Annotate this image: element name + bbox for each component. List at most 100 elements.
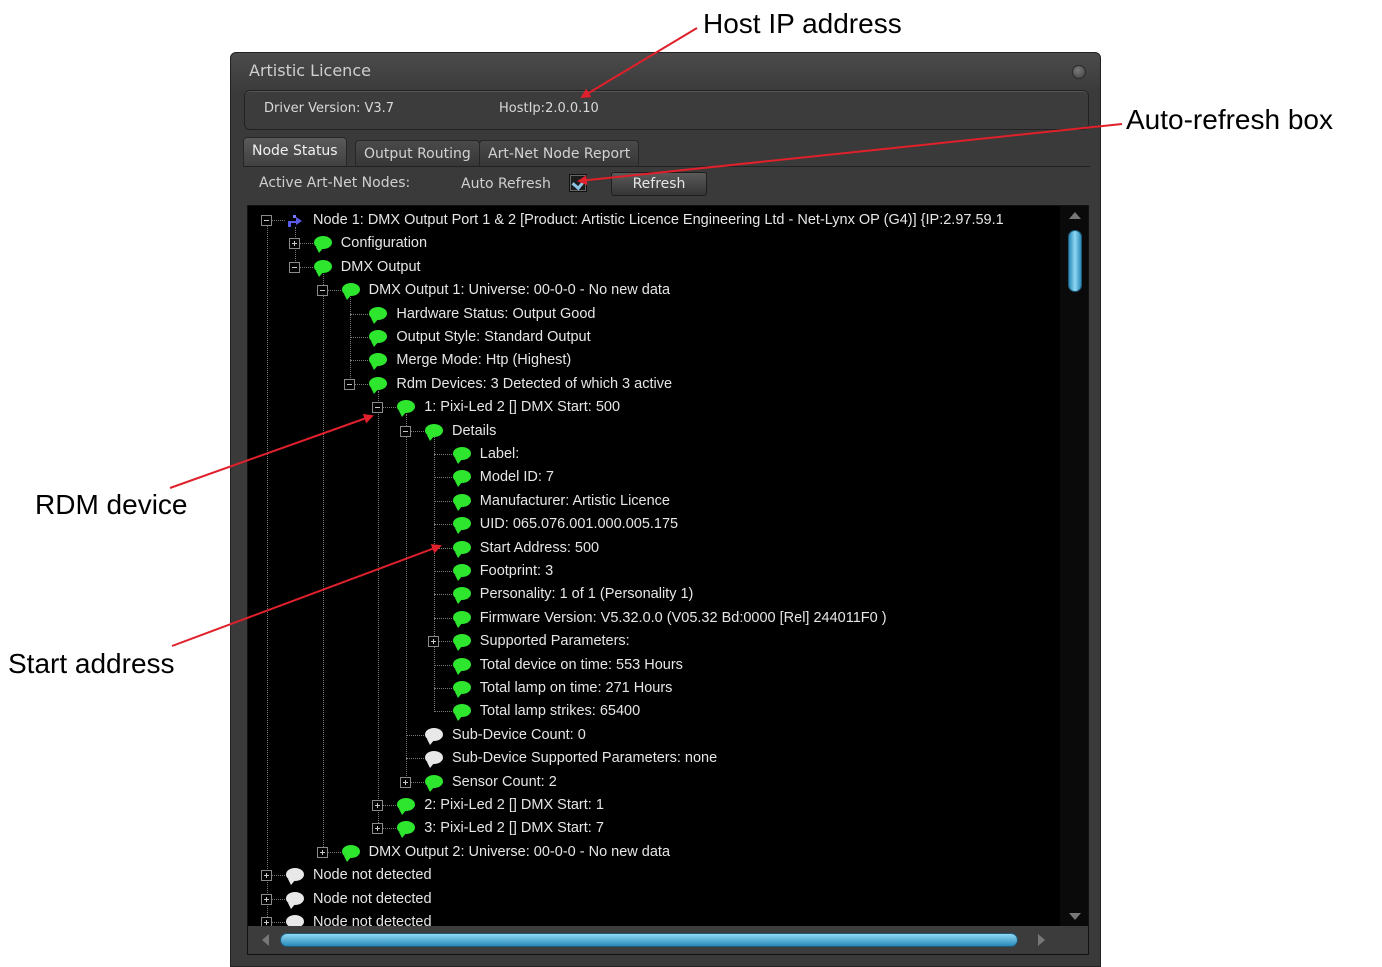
tree-row[interactable]: 2: Pixi-Led 2 [] DMX Start: 1 [248,794,1058,817]
window-title: Artistic Licence [249,61,371,80]
tree-row-label: Node not detected [313,867,432,884]
tree-row-label: Total lamp strikes: 65400 [479,703,641,720]
status-ok-icon [452,540,471,558]
horizontal-scrollbar[interactable] [248,926,1088,954]
tree-row-label: Manufacturer: Artistic Licence [479,492,670,509]
tree-row[interactable]: Total lamp strikes: 65400 [248,700,1058,723]
expand-icon[interactable] [400,776,411,788]
status-ok-icon [397,400,416,418]
tree-connector [350,337,369,338]
status-ok-icon [341,283,360,301]
tree-connector [433,524,452,526]
tree-row[interactable]: Model ID: 7 [248,466,1058,489]
tree-row[interactable]: Total lamp on time: 271 Hours [248,677,1058,700]
tree-row[interactable]: Supported Parameters: [248,630,1058,653]
vertical-scroll-thumb[interactable] [1068,230,1082,292]
tree-row[interactable]: Footprint: 3 [248,560,1058,583]
tab-node-status[interactable]: Node Status [243,137,347,167]
active-nodes-label: Active Art-Net Nodes: [259,175,411,191]
tree-connector [433,617,452,619]
tree-row[interactable]: Total device on time: 553 Hours [248,654,1058,677]
status-ok-icon [452,610,471,628]
collapse-icon[interactable] [344,378,356,390]
artistic-licence-window: Artistic Licence Driver Version: V3.7 Ho… [230,52,1101,967]
close-icon[interactable] [1072,65,1086,79]
tree-row[interactable]: Personality: 1 of 1 (Personality 1) [248,583,1058,606]
tree-row[interactable]: Output Style: Standard Output [248,326,1058,349]
tab-output-routing[interactable]: Output Routing [355,140,480,167]
scroll-right-icon[interactable] [1038,934,1045,946]
tree-row[interactable]: Hardware Status: Output Good [248,303,1058,326]
refresh-button[interactable]: Refresh [611,172,707,196]
tree-row-label: Sub-Device Supported Parameters: none [452,750,718,767]
tree-row[interactable]: 1: Pixi-Led 2 [] DMX Start: 500 [248,396,1058,419]
tree-row[interactable]: Sub-Device Supported Parameters: none [248,747,1058,770]
tree-row-label: Configuration [340,235,428,252]
expand-icon[interactable] [261,870,272,882]
expand-icon[interactable] [288,238,300,250]
tree-row[interactable]: Rdm Devices: 3 Detected of which 3 activ… [248,373,1058,396]
scroll-down-icon[interactable] [1069,913,1081,920]
status-ok-icon [341,844,360,862]
tree-row[interactable]: Manufacturer: Artistic Licence [248,490,1058,513]
tree-row[interactable]: Start Address: 500 [248,537,1058,560]
status-ok-icon [452,634,471,652]
tree-row[interactable]: DMX Output 1: Universe: 00-0-0 - No new … [248,279,1058,302]
node-tree[interactable]: Node 1: DMX Output Port 1 & 2 [Product: … [248,206,1058,928]
tree-connector [406,758,424,760]
collapse-icon[interactable] [372,402,384,414]
expand-icon[interactable] [261,893,272,905]
status-ok-icon [452,517,471,535]
tree-row[interactable]: Node not detected [248,888,1058,911]
collapse-icon[interactable] [288,261,300,273]
tree-row-label: DMX Output [340,258,421,275]
tree-row[interactable]: Sub-Device Count: 0 [248,724,1058,747]
tree-row[interactable]: Merge Mode: Htp (Highest) [248,349,1058,372]
tree-row[interactable]: UID: 065.076.001.000.005.175 [248,513,1058,536]
status-ok-icon [452,587,471,605]
tree-connector [433,664,452,666]
collapse-icon[interactable] [261,215,272,226]
tree-row[interactable]: Node 1: DMX Output Port 1 & 2 [Product: … [248,209,1058,232]
tree-row[interactable]: DMX Output 2: Universe: 00-0-0 - No new … [248,841,1058,864]
tree-row-label: Sub-Device Count: 0 [452,726,586,743]
tree-connector [350,360,369,362]
collapse-icon[interactable] [316,285,328,297]
status-ok-icon [397,798,416,815]
scroll-up-icon[interactable] [1069,212,1081,219]
expand-icon[interactable] [372,823,384,835]
callout-start-address: Start address [8,648,175,679]
horizontal-scroll-thumb[interactable] [280,933,1018,947]
tab-art-net-node-report[interactable]: Art-Net Node Report [479,140,640,167]
tree-row-label: Model ID: 7 [479,469,554,486]
expand-icon[interactable] [316,846,328,858]
tree-row[interactable]: Node not detected [248,864,1058,887]
tree-row-label: UID: 065.076.001.000.005.175 [479,516,679,533]
tree-row-label: Details [452,422,497,439]
status-ok-icon [425,423,443,441]
collapse-icon[interactable] [400,425,411,437]
expand-icon[interactable] [372,800,384,811]
vertical-scrollbar[interactable] [1060,206,1088,928]
status-ok-icon [425,774,443,792]
info-bar: Driver Version: V3.7 HostIp:2.0.0.10 [244,90,1089,130]
tree-row-label: Merge Mode: Htp (Highest) [396,352,572,369]
tree-row[interactable]: DMX Output [248,256,1058,279]
expand-icon[interactable] [427,636,439,648]
tree-connector [433,454,452,455]
tree-row[interactable]: Label: [248,443,1058,466]
tree-row[interactable]: Details [248,420,1058,443]
tab-divider [243,166,1090,167]
tree-row[interactable]: 3: Pixi-Led 2 [] DMX Start: 7 [248,817,1058,840]
status-inactive-icon [425,751,443,769]
tree-row[interactable]: Configuration [248,232,1058,255]
auto-refresh-checkbox[interactable] [569,174,587,192]
tree-row[interactable]: Sensor Count: 2 [248,771,1058,794]
tree-row-label: Total lamp on time: 271 Hours [479,680,673,696]
tree-row-label: DMX Output 1: Universe: 00-0-0 - No new … [368,282,671,299]
scroll-left-icon[interactable] [262,934,269,946]
status-ok-icon [369,353,388,371]
tree-row[interactable]: Firmware Version: V5.32.0.0 (V05.32 Bd:0… [248,607,1058,630]
tree-connector [433,477,452,479]
tree-row-label: Total device on time: 553 Hours [479,656,683,673]
